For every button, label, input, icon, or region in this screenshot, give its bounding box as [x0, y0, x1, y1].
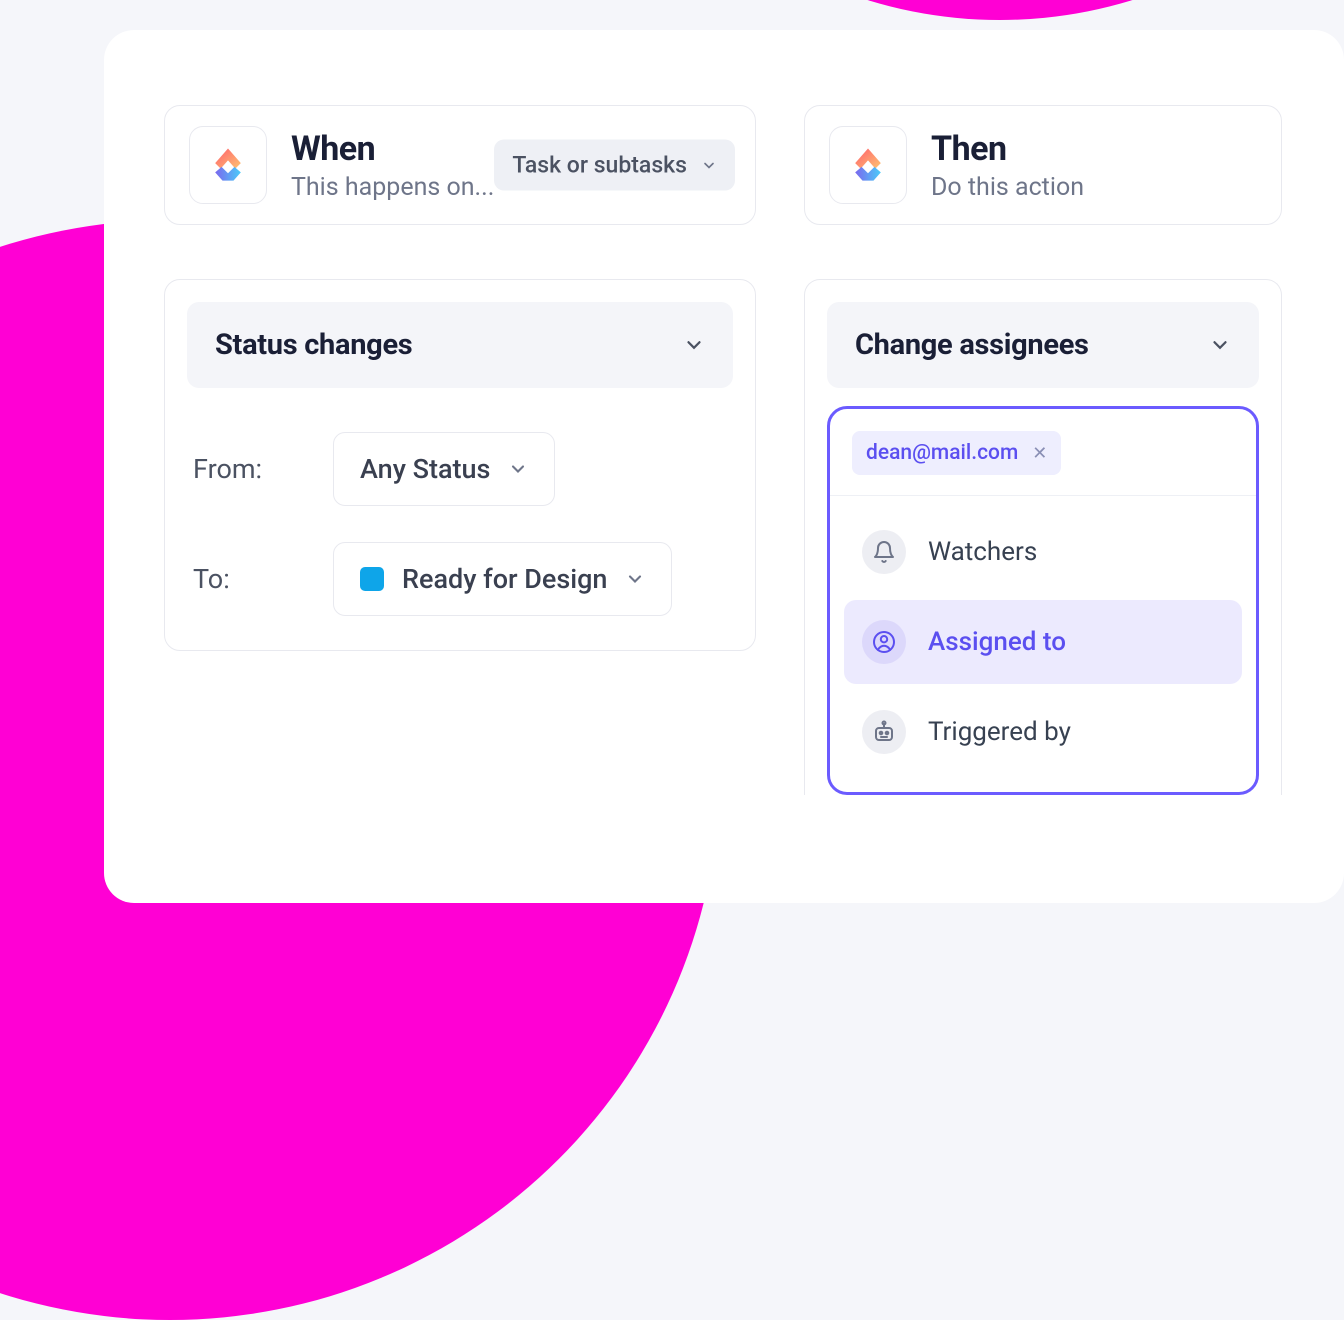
bell-icon [862, 530, 906, 574]
assignee-tag-row: dean@mail.com ✕ [830, 409, 1256, 496]
app-logo-box [829, 126, 907, 204]
action-title: Change assignees [855, 328, 1089, 362]
from-status-row: From: Any Status [187, 432, 733, 506]
to-label: To: [193, 563, 333, 595]
chevron-down-icon [683, 334, 705, 356]
action-section: Change assignees dean@mail.com ✕ [804, 279, 1282, 795]
trigger-title: Status changes [215, 328, 412, 362]
chevron-down-icon [625, 569, 645, 589]
then-column: Then Do this action Change assignees dea… [804, 105, 1282, 795]
to-status-row: To: Ready for Design [187, 542, 733, 616]
option-label: Triggered by [928, 717, 1071, 747]
remove-tag-icon[interactable]: ✕ [1032, 443, 1047, 464]
option-triggered-by[interactable]: Triggered by [844, 690, 1242, 774]
automation-card: When This happens on... Task or subtasks… [104, 30, 1344, 903]
then-subtitle: Do this action [931, 173, 1084, 202]
assignee-popover: dean@mail.com ✕ Watchers [827, 406, 1259, 795]
trigger-section: Status changes From: Any Status To: Read… [164, 279, 756, 651]
when-column: When This happens on... Task or subtasks… [164, 105, 756, 795]
action-type-selector[interactable]: Change assignees [827, 302, 1259, 388]
option-label: Assigned to [928, 627, 1066, 657]
chevron-down-icon [701, 157, 717, 173]
from-status-select[interactable]: Any Status [333, 432, 555, 506]
scope-label: Task or subtasks [512, 152, 687, 179]
option-assigned-to[interactable]: Assigned to [844, 600, 1242, 684]
assignee-tag-chip[interactable]: dean@mail.com ✕ [852, 431, 1061, 475]
person-circle-icon [862, 620, 906, 664]
from-label: From: [193, 453, 333, 485]
status-color-swatch [360, 567, 384, 591]
option-watchers[interactable]: Watchers [844, 510, 1242, 594]
assignee-option-list: Watchers Assigned to Tri [830, 496, 1256, 792]
chevron-down-icon [1209, 334, 1231, 356]
then-header: Then Do this action [804, 105, 1282, 225]
chevron-down-icon [508, 459, 528, 479]
assignee-tag-text: dean@mail.com [866, 441, 1018, 465]
to-status-select[interactable]: Ready for Design [333, 542, 672, 616]
app-logo-box [189, 126, 267, 204]
when-title: When [291, 129, 494, 169]
when-header: When This happens on... Task or subtasks [164, 105, 756, 225]
to-status-value: Ready for Design [402, 563, 607, 595]
option-label: Watchers [928, 537, 1037, 567]
trigger-type-selector[interactable]: Status changes [187, 302, 733, 388]
scope-selector[interactable]: Task or subtasks [494, 140, 735, 191]
clickup-logo-icon [206, 143, 250, 187]
decorative-magenta-arc [550, 0, 1344, 20]
robot-icon [862, 710, 906, 754]
then-title: Then [931, 129, 1084, 169]
when-subtitle: This happens on... [291, 173, 494, 202]
from-status-value: Any Status [360, 453, 490, 485]
clickup-logo-icon [846, 143, 890, 187]
